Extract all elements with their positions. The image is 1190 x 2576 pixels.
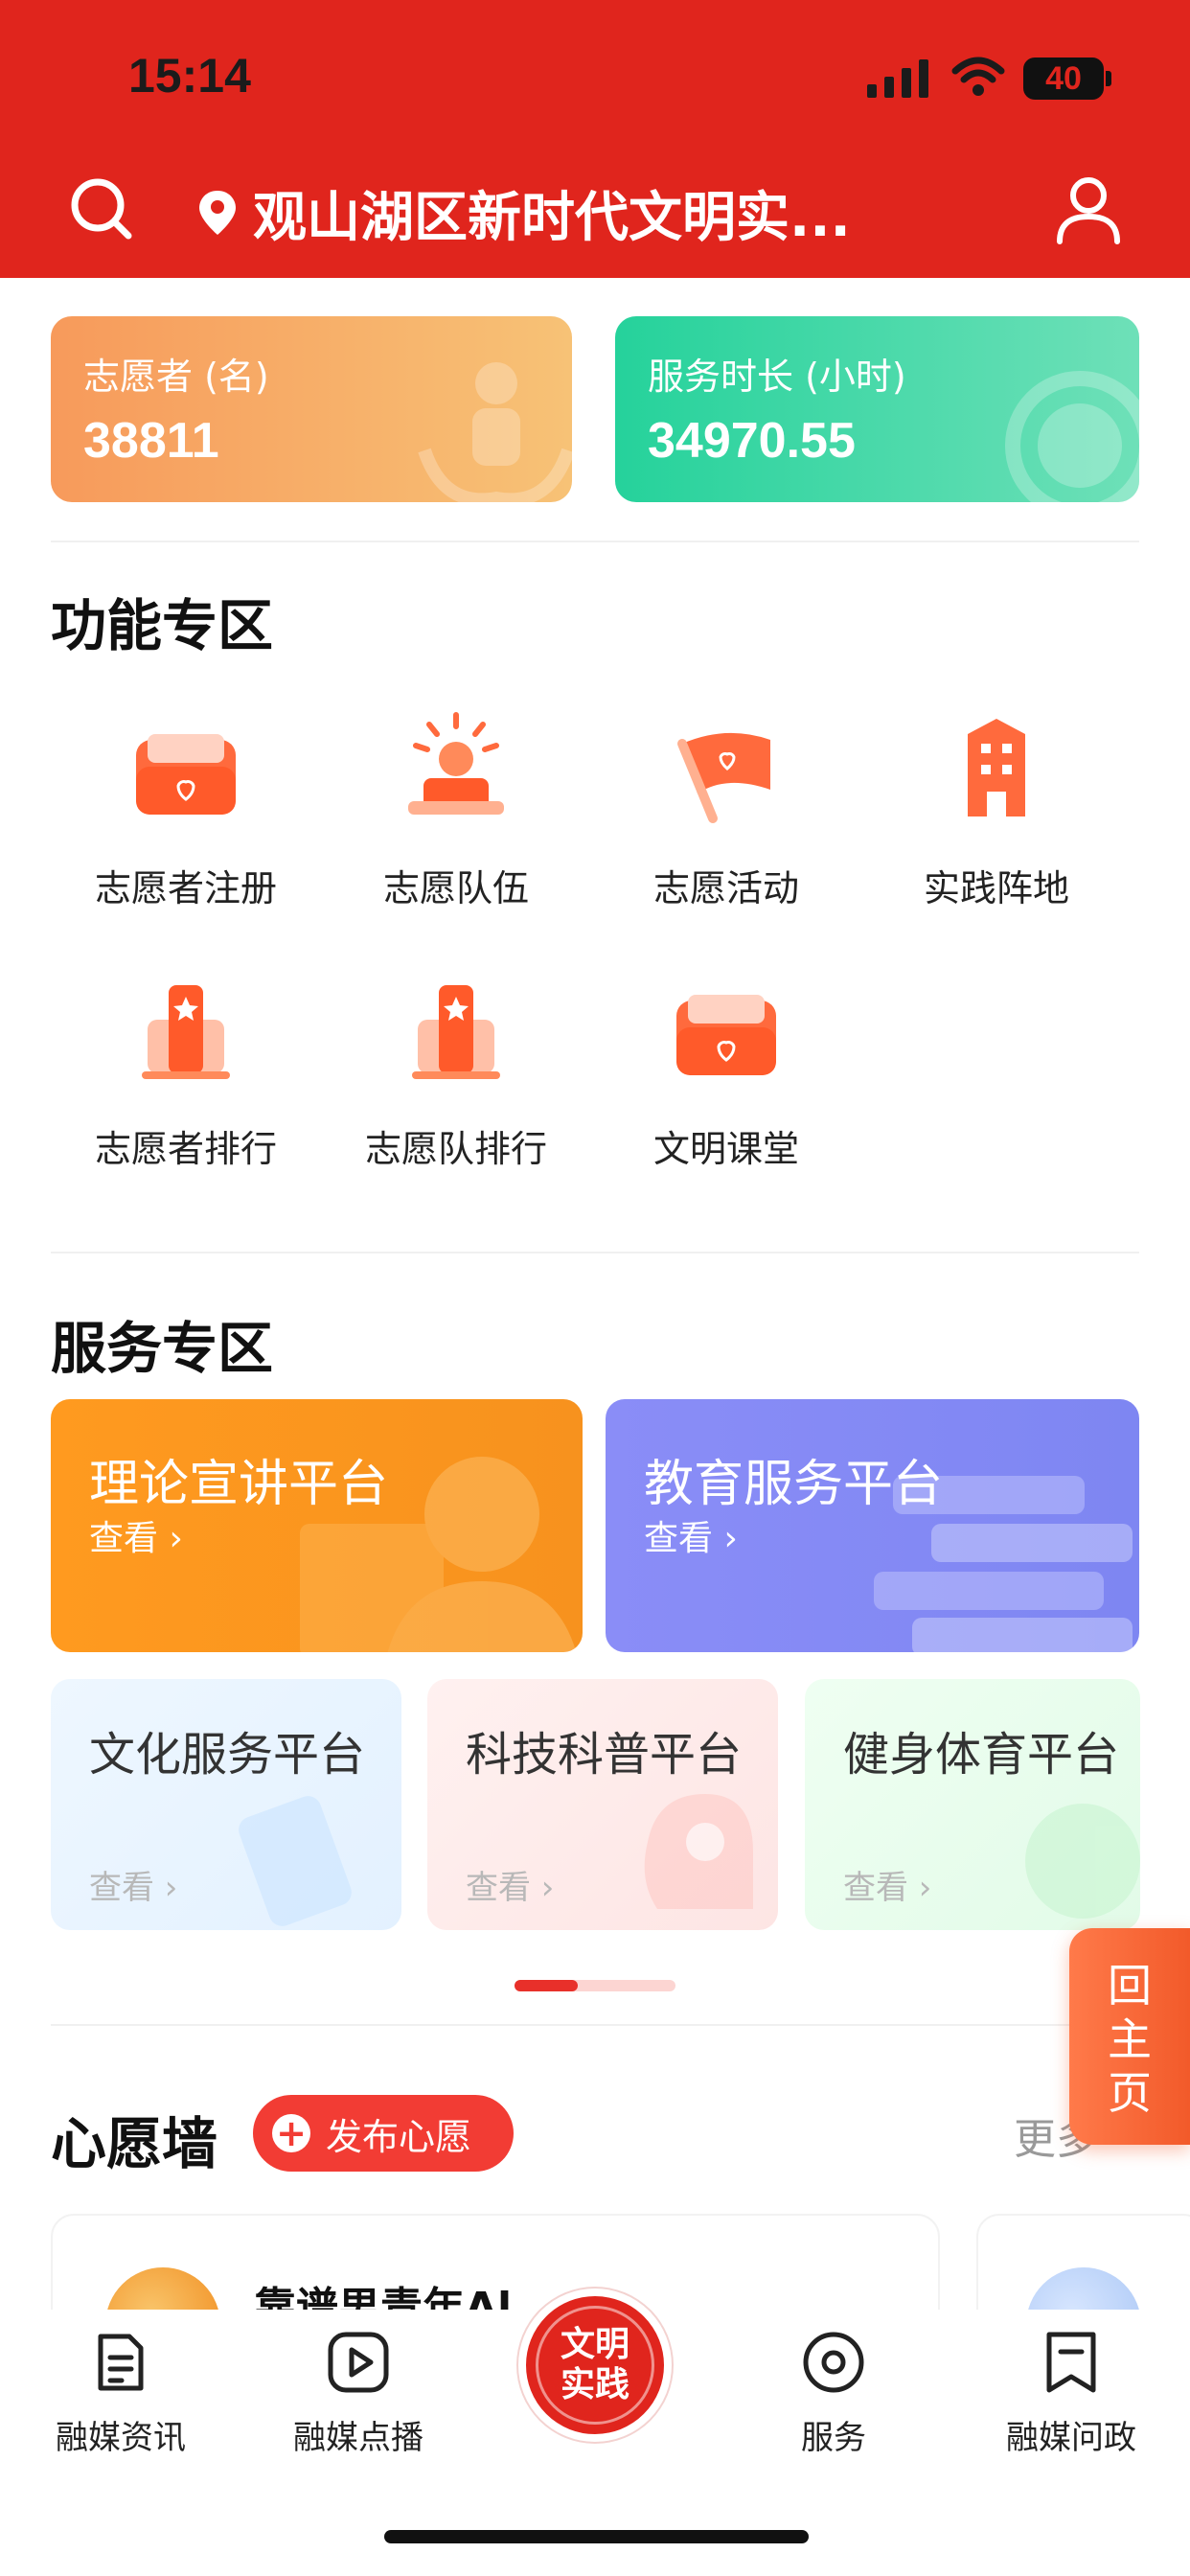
card-view-link[interactable]: 查看 › xyxy=(466,1861,554,1908)
func-practice-base[interactable]: 实践阵地 xyxy=(891,705,1102,916)
func-label: 志愿队排行 xyxy=(364,1128,547,1170)
play-icon xyxy=(328,2332,389,2393)
func-volunteer-activity[interactable]: 志愿活动 xyxy=(621,705,832,916)
nav-label: 融媒问政 xyxy=(1006,2419,1136,2457)
status-time: 15:14 xyxy=(128,49,251,103)
nav-politics[interactable]: 融媒问政 xyxy=(975,2329,1167,2458)
volunteer-hands-icon xyxy=(418,362,572,502)
building-icon xyxy=(968,719,1025,816)
civilization-practice-button[interactable]: 文明 实践 xyxy=(518,2288,672,2442)
fitness-platform-card[interactable]: 健身体育平台 查看 › xyxy=(805,1679,1140,1930)
volunteer-count-label: 志愿者 (名) xyxy=(83,356,269,398)
card-title: 文化服务平台 xyxy=(89,1728,366,1782)
card-title: 科技科普平台 xyxy=(466,1728,743,1782)
education-platform-card[interactable]: 教育服务平台 查看 › xyxy=(606,1399,1139,1652)
user-profile-icon[interactable] xyxy=(1052,172,1125,245)
divider xyxy=(51,2024,1139,2026)
func-team-ranking[interactable]: 志愿队排行 xyxy=(351,966,561,1177)
card-title: 理论宣讲平台 xyxy=(89,1456,389,1513)
card-title: 健身体育平台 xyxy=(843,1728,1120,1782)
card-view-link[interactable]: 查看 › xyxy=(843,1861,931,1908)
classroom-icon xyxy=(676,995,776,1075)
service-hours-card[interactable]: 服务时长 (小时) 34970.55 xyxy=(615,316,1139,502)
func-label: 志愿者注册 xyxy=(94,867,277,909)
func-label: 志愿队伍 xyxy=(382,867,529,909)
wifi-icon xyxy=(951,57,1005,96)
service-section-title: 服务专区 xyxy=(51,1316,274,1381)
search-icon[interactable] xyxy=(67,174,136,243)
func-label: 志愿活动 xyxy=(652,867,799,909)
card-view-link[interactable]: 查看 › xyxy=(89,1861,177,1908)
nav-vod[interactable]: 融媒点播 xyxy=(263,2329,454,2458)
muscle-illustration xyxy=(1025,1804,1140,1919)
science-platform-card[interactable]: 科技科普平台 查看 › xyxy=(427,1679,778,1930)
func-volunteer-ranking[interactable]: 志愿者排行 xyxy=(80,966,291,1177)
plus-icon: + xyxy=(272,2114,310,2152)
app-header: 15:14 40 观山湖区新时代文明实... xyxy=(0,0,1190,278)
nav-service[interactable]: 服务 xyxy=(738,2329,929,2458)
nav-label: 融媒资讯 xyxy=(56,2419,186,2457)
service-hours-label: 服务时长 (小时) xyxy=(648,356,906,398)
publish-wish-label: 发布心愿 xyxy=(326,2115,472,2158)
center-ring xyxy=(536,2306,654,2425)
service-hours-value: 34970.55 xyxy=(648,413,856,469)
carousel-indicator-active xyxy=(515,1980,578,1991)
divider xyxy=(51,540,1139,542)
location-pin-icon xyxy=(199,191,236,235)
home-indicator xyxy=(384,2530,809,2543)
wish-wall-title: 心愿墙 xyxy=(51,2111,218,2176)
back-to-home-label: 回主页 xyxy=(1108,1960,1152,2119)
news-icon xyxy=(98,2334,144,2391)
volunteer-count-card[interactable]: 志愿者 (名) 38811 xyxy=(51,316,572,502)
battery-icon: 40 xyxy=(1023,58,1104,100)
head-gear-illustration xyxy=(644,1794,753,1909)
gauge-icon xyxy=(1005,371,1139,502)
team-icon xyxy=(408,712,504,815)
func-label: 志愿者排行 xyxy=(94,1128,277,1170)
volunteer-count-value: 38811 xyxy=(83,413,219,469)
card-view-link[interactable]: 查看 › xyxy=(644,1510,738,1560)
func-volunteer-team[interactable]: 志愿队伍 xyxy=(351,705,561,916)
theory-platform-card[interactable]: 理论宣讲平台 查看 › xyxy=(51,1399,583,1652)
back-to-home-button[interactable]: 回主页 xyxy=(1069,1928,1190,2145)
publish-wish-button[interactable]: + 发布心愿 xyxy=(253,2095,514,2172)
ranking-icon xyxy=(142,985,230,1079)
nav-label: 服务 xyxy=(801,2419,866,2457)
func-civilization-classroom[interactable]: 文明课堂 xyxy=(621,966,832,1177)
flag-icon xyxy=(677,732,770,823)
culture-platform-card[interactable]: 文化服务平台 查看 › xyxy=(51,1679,401,1930)
card-view-link[interactable]: 查看 › xyxy=(89,1510,183,1560)
cellular-signal-icon xyxy=(867,59,928,98)
battery-tip xyxy=(1106,71,1111,86)
carousel-indicator xyxy=(515,1980,675,1991)
card-illustration xyxy=(239,1796,352,1926)
function-section-title: 功能专区 xyxy=(51,593,274,658)
service-icon xyxy=(803,2332,864,2393)
bookmark-icon xyxy=(1046,2332,1096,2393)
card-title: 教育服务平台 xyxy=(644,1456,944,1513)
divider xyxy=(51,1252,1139,1254)
register-icon xyxy=(136,734,236,815)
battery-level: 40 xyxy=(1045,60,1082,97)
func-label: 文明课堂 xyxy=(652,1128,799,1170)
ranking-icon xyxy=(412,985,500,1079)
nav-news[interactable]: 融媒资讯 xyxy=(25,2329,217,2458)
location-title: 观山湖区新时代文明实... xyxy=(253,186,851,249)
func-volunteer-register[interactable]: 志愿者注册 xyxy=(80,705,291,916)
func-label: 实践阵地 xyxy=(923,867,1069,909)
location-selector[interactable]: 观山湖区新时代文明实... xyxy=(197,174,935,251)
nav-label: 融媒点播 xyxy=(293,2419,423,2457)
